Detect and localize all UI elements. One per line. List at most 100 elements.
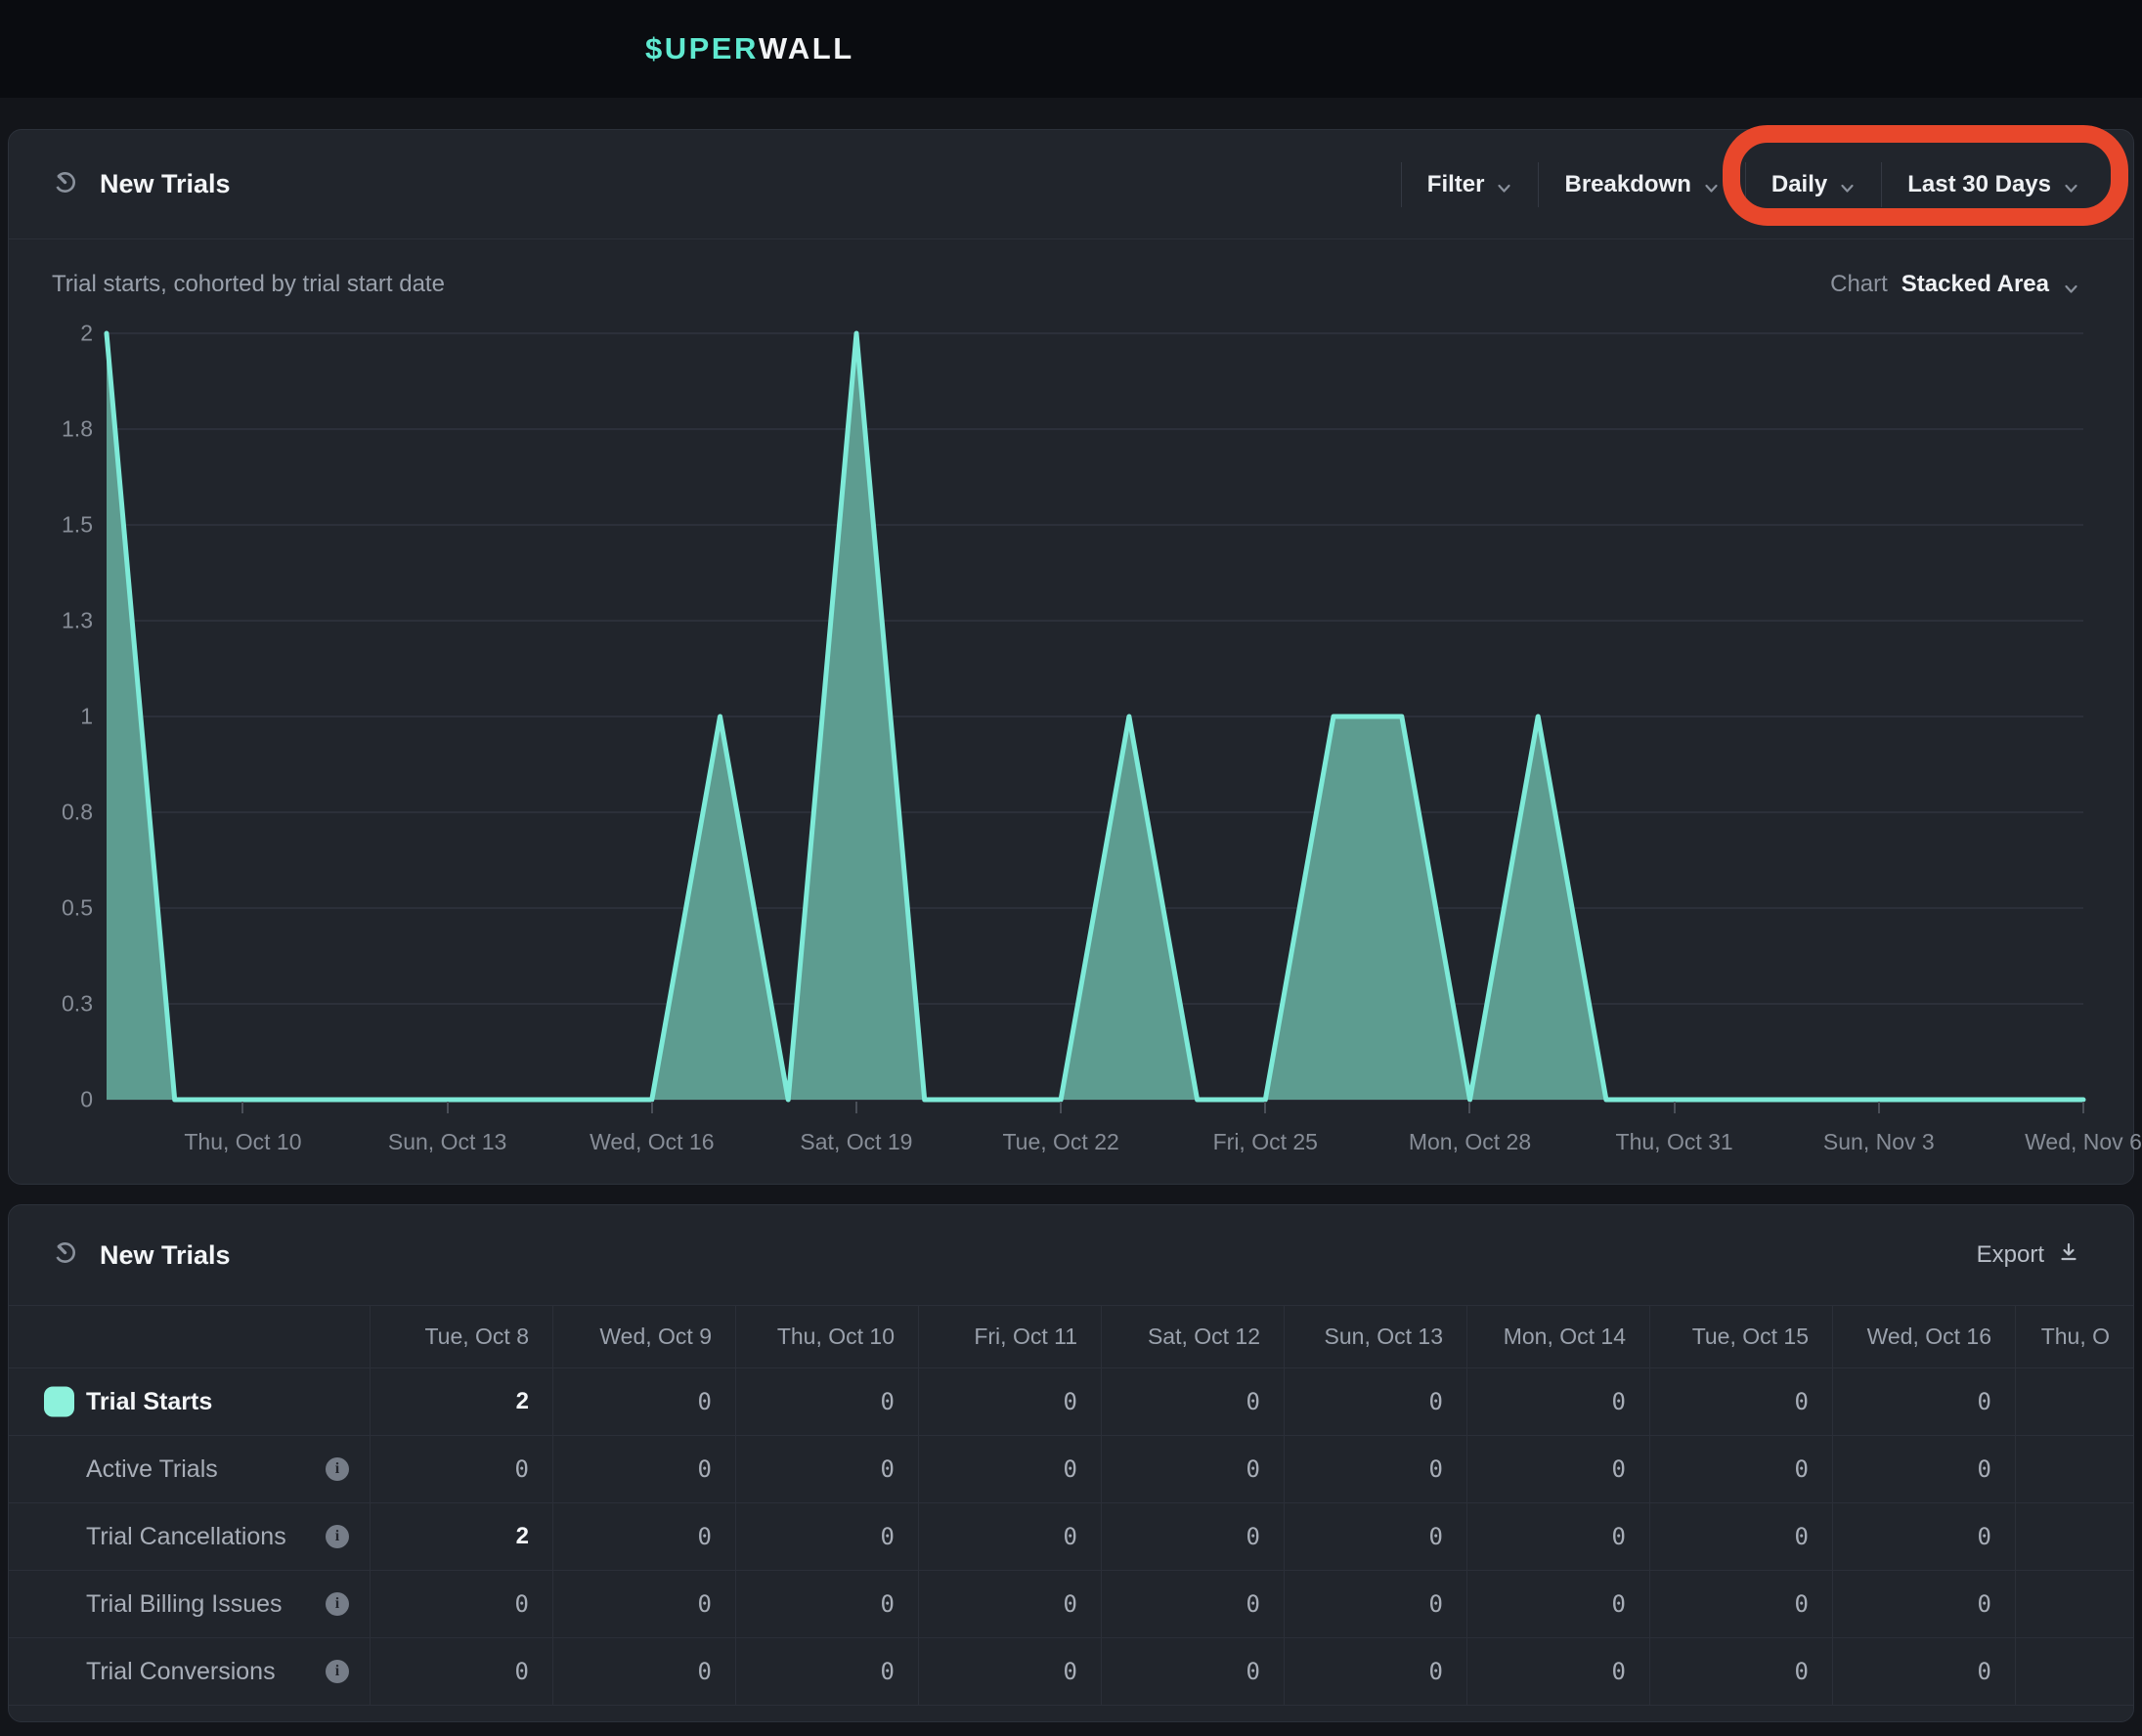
table-value: 0 bbox=[698, 1455, 712, 1483]
table-row-label-cell: Trial Starts bbox=[9, 1368, 370, 1436]
info-icon[interactable]: i bbox=[326, 1592, 349, 1616]
table-value-cell: 0 bbox=[918, 1368, 1101, 1436]
table-value-cell: 2 bbox=[370, 1503, 552, 1571]
info-icon[interactable]: i bbox=[326, 1525, 349, 1548]
x-axis-tick bbox=[855, 1102, 857, 1113]
table-value: 0 bbox=[1978, 1455, 1991, 1483]
table-value-cell: 0 bbox=[1832, 1368, 2015, 1436]
chevron-down-icon bbox=[1703, 176, 1720, 193]
export-label: Export bbox=[1977, 1241, 2044, 1269]
table-value-cell: 0 bbox=[1649, 1571, 1832, 1638]
chart-subtitle: Trial starts, cohorted by trial start da… bbox=[52, 271, 445, 298]
table-value: 0 bbox=[515, 1455, 529, 1483]
table-column-header: Tue, Oct 8 bbox=[370, 1306, 552, 1368]
column-header-label: Sun, Oct 13 bbox=[1325, 1324, 1443, 1350]
column-header-label: Mon, Oct 14 bbox=[1504, 1324, 1626, 1350]
logo-accent-text: $UPER bbox=[645, 31, 759, 66]
table-panel-title: New Trials bbox=[52, 1238, 231, 1272]
y-axis-tick-label: 1 bbox=[36, 704, 93, 730]
table-value-cell: 0 bbox=[1466, 1503, 1649, 1571]
row-label: Trial Starts bbox=[86, 1388, 212, 1416]
table-header-empty bbox=[9, 1306, 370, 1368]
table-value-cell: 0 bbox=[1649, 1436, 1832, 1503]
table-value: 0 bbox=[1612, 1388, 1626, 1415]
table-value-cell: 0 bbox=[1284, 1368, 1466, 1436]
table-value-cell: 0 bbox=[1649, 1638, 1832, 1706]
table-value: 0 bbox=[1612, 1523, 1626, 1550]
chart-panel-header: New Trials Filter Breakdown Daily Last 30 D… bbox=[9, 130, 2133, 239]
info-icon[interactable]: i bbox=[326, 1457, 349, 1481]
table-value-cell: 0 bbox=[735, 1503, 918, 1571]
x-axis-tick-label: Thu, Oct 31 bbox=[1616, 1129, 1733, 1155]
table-value: 0 bbox=[881, 1590, 895, 1618]
cohort-table: Tue, Oct 8Wed, Oct 9Thu, Oct 10Fri, Oct … bbox=[9, 1305, 2133, 1706]
table-value-cell bbox=[2015, 1571, 2133, 1638]
table-value-cell: 0 bbox=[1649, 1503, 1832, 1571]
granularity-dropdown[interactable]: Daily bbox=[1771, 171, 1856, 198]
table-value-cell: 0 bbox=[735, 1638, 918, 1706]
table-value-cell: 0 bbox=[1832, 1638, 2015, 1706]
y-axis-tick-label: 0.8 bbox=[36, 800, 93, 826]
controls-divider bbox=[1538, 162, 1539, 207]
x-axis-tick-label: Thu, Oct 10 bbox=[184, 1129, 301, 1155]
export-button[interactable]: Export bbox=[1977, 1241, 2079, 1270]
table-value: 0 bbox=[698, 1523, 712, 1550]
chart-canvas bbox=[107, 333, 2083, 1100]
controls-divider bbox=[1881, 162, 1882, 207]
date-range-dropdown[interactable]: Last 30 Days bbox=[1907, 171, 2079, 198]
x-axis-tick-label: Tue, Oct 22 bbox=[1002, 1129, 1118, 1155]
table-value-cell: 0 bbox=[918, 1638, 1101, 1706]
table-value-cell bbox=[2015, 1638, 2133, 1706]
table-value: 0 bbox=[1246, 1523, 1260, 1550]
x-axis-tick bbox=[651, 1102, 653, 1113]
table-value: 0 bbox=[1978, 1523, 1991, 1550]
table-value-cell bbox=[2015, 1368, 2133, 1436]
table-row-label-cell: Trial Billing Issuesi bbox=[9, 1571, 370, 1638]
table-value-cell bbox=[2015, 1436, 2133, 1503]
table-column-header: Wed, Oct 16 bbox=[1832, 1306, 2015, 1368]
table-value: 2 bbox=[516, 1523, 529, 1550]
table-value: 0 bbox=[1246, 1590, 1260, 1618]
x-axis-tick bbox=[2082, 1102, 2084, 1113]
table-value-cell: 0 bbox=[1101, 1571, 1284, 1638]
new-trials-table-panel: New Trials Export Tue, Oct 8Wed, Oct 9Th… bbox=[8, 1204, 2134, 1722]
breakdown-dropdown[interactable]: Breakdown bbox=[1564, 171, 1719, 198]
table-value: 0 bbox=[1429, 1455, 1443, 1483]
table-value: 0 bbox=[1246, 1455, 1260, 1483]
table-value: 0 bbox=[698, 1388, 712, 1415]
column-header-label: Wed, Oct 9 bbox=[599, 1324, 712, 1350]
table-value: 0 bbox=[881, 1523, 895, 1550]
x-axis-tick-label: Mon, Oct 28 bbox=[1409, 1129, 1531, 1155]
table-value-cell: 0 bbox=[918, 1503, 1101, 1571]
table-value: 0 bbox=[1795, 1388, 1809, 1415]
y-axis-tick-label: 1.3 bbox=[36, 608, 93, 634]
stopwatch-icon bbox=[52, 1238, 78, 1272]
table-value: 0 bbox=[1064, 1455, 1077, 1483]
table-value-cell: 0 bbox=[370, 1436, 552, 1503]
chart-type-dropdown[interactable]: Chart Stacked Area bbox=[1830, 271, 2079, 298]
filter-dropdown[interactable]: Filter bbox=[1427, 171, 1513, 198]
x-axis-tick-label: Sun, Nov 3 bbox=[1823, 1129, 1935, 1155]
y-axis-tick-label: 0 bbox=[36, 1087, 93, 1113]
table-value: 0 bbox=[1246, 1658, 1260, 1685]
chart-panel-title: New Trials bbox=[52, 168, 231, 201]
chevron-down-icon bbox=[1496, 176, 1512, 193]
superwall-logo: $UPERWALL bbox=[645, 0, 854, 98]
x-axis-tick bbox=[1264, 1102, 1266, 1113]
legend-swatch bbox=[44, 1387, 74, 1417]
table-column-header: Mon, Oct 14 bbox=[1466, 1306, 1649, 1368]
table-value-cell: 0 bbox=[918, 1436, 1101, 1503]
table-value-cell: 0 bbox=[552, 1436, 735, 1503]
table-value: 0 bbox=[1978, 1388, 1991, 1415]
table-value: 0 bbox=[1429, 1388, 1443, 1415]
table-value: 0 bbox=[1795, 1658, 1809, 1685]
chevron-down-icon bbox=[2063, 176, 2079, 193]
column-header-label: Fri, Oct 11 bbox=[974, 1324, 1077, 1350]
table-value-cell: 0 bbox=[552, 1503, 735, 1571]
info-icon[interactable]: i bbox=[326, 1660, 349, 1683]
table-value: 0 bbox=[1246, 1388, 1260, 1415]
x-axis-tick bbox=[447, 1102, 449, 1113]
x-axis-tick-label: Fri, Oct 25 bbox=[1213, 1129, 1318, 1155]
y-axis-tick-label: 1.8 bbox=[36, 416, 93, 443]
table-value-cell: 0 bbox=[1832, 1436, 2015, 1503]
